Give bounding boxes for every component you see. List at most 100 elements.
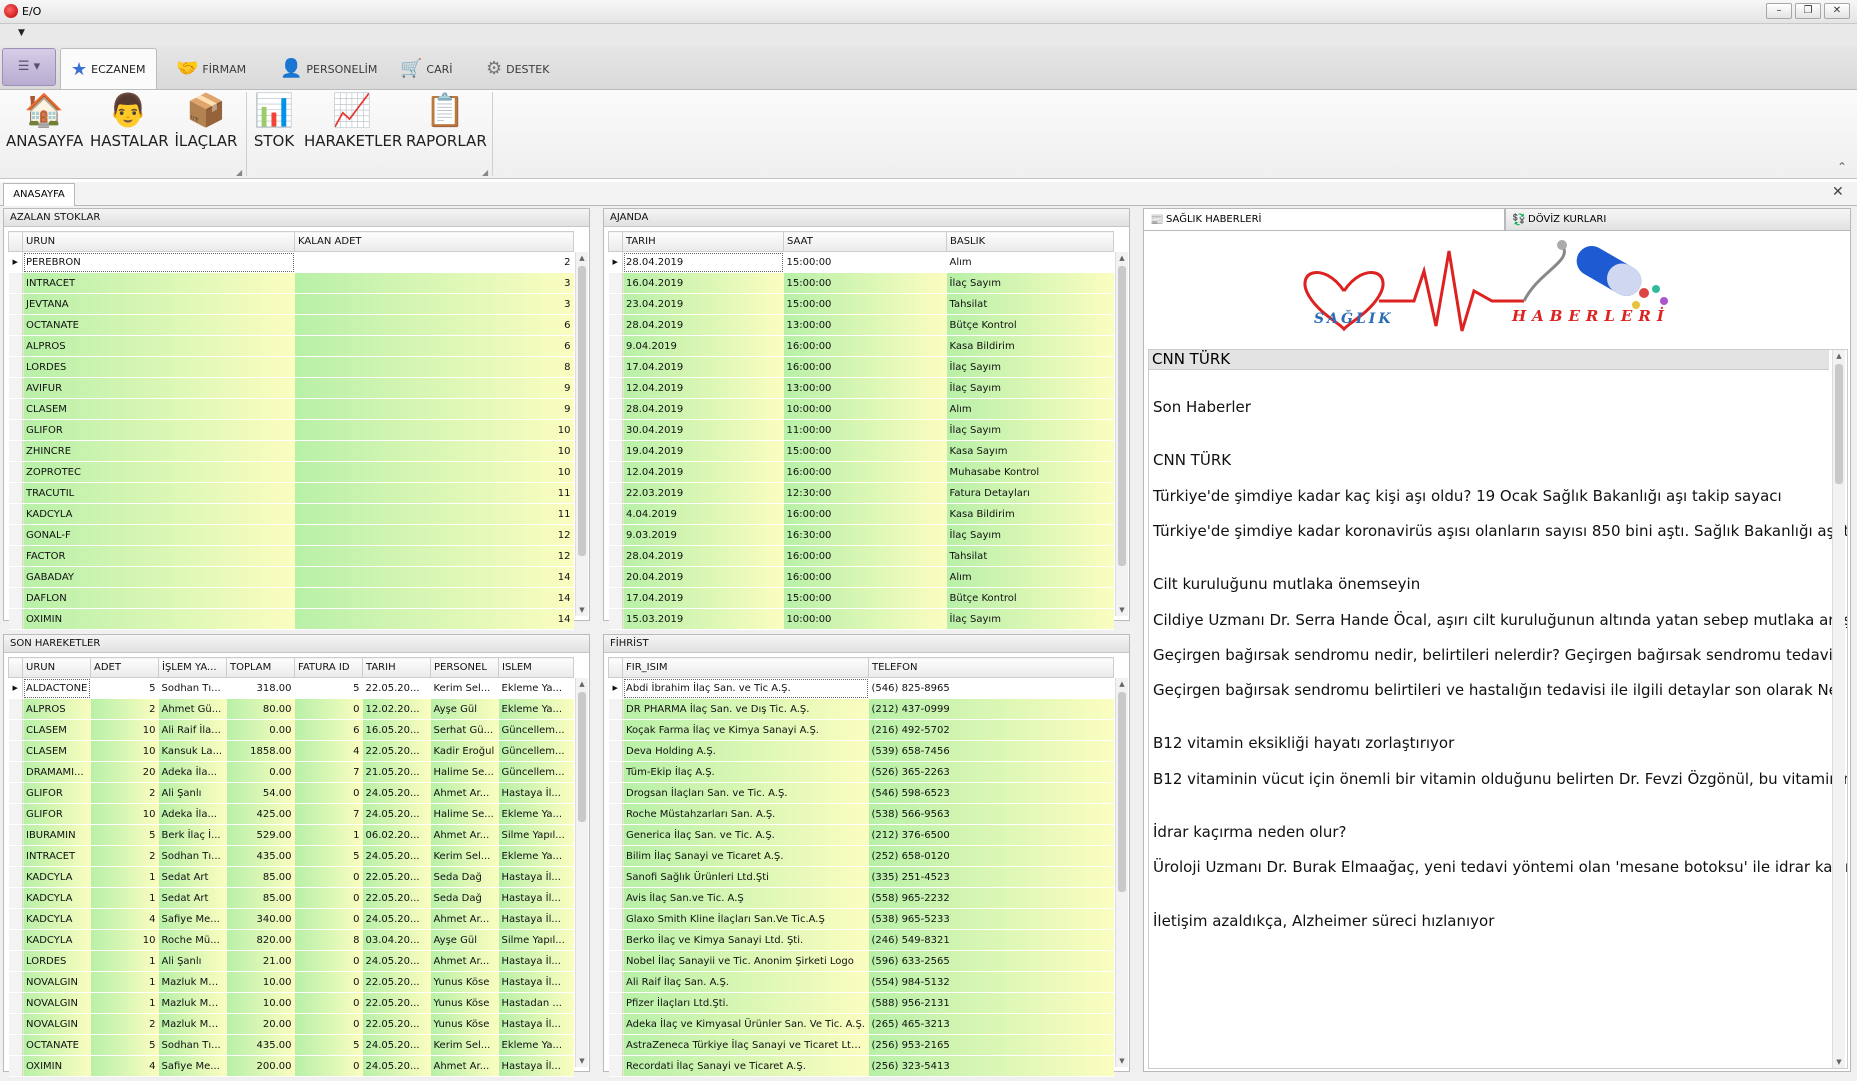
- table-cell[interactable]: (265) 465-3213: [868, 1013, 1114, 1035]
- table-cell[interactable]: Hastaya İl...: [498, 866, 574, 888]
- table-cell[interactable]: 21.05.20...: [362, 761, 431, 783]
- table-row[interactable]: DRAMAMI... 20 Adeka İla... 0.00 7 21.05.20...…: [8, 761, 574, 783]
- table-cell[interactable]: 16.05.20...: [362, 719, 431, 741]
- table-row[interactable]: OCTANATE 5 Sodhan Tı... 435.00 5 24.05.20... K…: [8, 1034, 574, 1056]
- table-row[interactable]: AVIFUR 9: [8, 377, 574, 399]
- table-row[interactable]: OXIMIN 14: [8, 608, 574, 630]
- table-cell[interactable]: 0: [294, 866, 363, 888]
- table-cell[interactable]: 10: [294, 461, 574, 483]
- scroll-down-icon[interactable]: ▼: [1116, 1055, 1128, 1067]
- table-cell[interactable]: 9.03.2019: [622, 524, 784, 546]
- table-cell[interactable]: 24.05.20...: [362, 950, 431, 972]
- table-row[interactable]: KADCYLA 4 Safiye Me... 340.00 0 24.05.20... Ah…: [8, 908, 574, 930]
- row-indicator[interactable]: [608, 419, 623, 441]
- table-cell[interactable]: 21.00: [226, 950, 295, 972]
- table-cell[interactable]: 13:00:00: [783, 314, 947, 336]
- table-row[interactable]: Glaxo Smith Kline İlaçları San.Ve Tic.A.…: [608, 908, 1114, 930]
- table-row[interactable]: NOVALGIN 2 Mazluk Meşe 20.00 0 22.05.20... Yun…: [8, 1013, 574, 1035]
- table-cell[interactable]: (538) 965-5233: [868, 908, 1114, 930]
- row-indicator[interactable]: [608, 866, 623, 888]
- table-cell[interactable]: 15:00:00: [783, 272, 947, 294]
- table-cell[interactable]: Alım: [946, 566, 1114, 588]
- table-cell[interactable]: Deva Holding A.Ş.: [622, 740, 869, 762]
- table-cell[interactable]: (526) 365-2263: [868, 761, 1114, 783]
- table-row[interactable]: KADCYLA 1 Sedat Art 85.00 0 22.05.20... Seda D…: [8, 866, 574, 888]
- news-heading[interactable]: CNN TÜRK: [1153, 451, 1231, 469]
- tab-cari[interactable]: 🛒 CARİ: [390, 48, 463, 90]
- table-cell[interactable]: ZHINCRE: [22, 440, 295, 462]
- table-cell[interactable]: 11: [294, 503, 574, 525]
- table-cell[interactable]: 11:00:00: [783, 419, 947, 441]
- table-cell[interactable]: ZOPROTEC: [22, 461, 295, 483]
- table-cell[interactable]: 0: [294, 782, 363, 804]
- table-row[interactable]: 12.04.2019 16:00:00 Muhasabe Kontrol: [608, 461, 1114, 483]
- table-cell[interactable]: 0.00: [226, 719, 295, 741]
- table-cell[interactable]: Yunus Köse: [430, 992, 499, 1014]
- table-cell[interactable]: 2: [90, 782, 159, 804]
- row-indicator[interactable]: [608, 887, 623, 909]
- table-row[interactable]: Drogsan İlaçları San. ve Tic. A.Ş. (546) …: [608, 782, 1114, 804]
- row-indicator[interactable]: [8, 566, 23, 588]
- tab-personelim[interactable]: 👤 PERSONELİM: [270, 48, 387, 90]
- table-cell[interactable]: 5: [294, 677, 363, 699]
- row-indicator[interactable]: [608, 440, 623, 462]
- row-indicator[interactable]: [8, 335, 23, 357]
- table-cell[interactable]: Silme Yapıl...: [498, 929, 574, 951]
- scroll-thumb[interactable]: [1118, 266, 1126, 566]
- table-cell[interactable]: PEREBRON: [22, 251, 295, 273]
- table-cell[interactable]: 1: [90, 971, 159, 993]
- table-cell[interactable]: 4: [294, 740, 363, 762]
- scroll-up-icon[interactable]: ▲: [576, 252, 588, 264]
- row-indicator[interactable]: [8, 887, 23, 909]
- table-cell[interactable]: KADCYLA: [22, 887, 91, 909]
- table-cell[interactable]: 12: [294, 524, 574, 546]
- table-cell[interactable]: 12.04.2019: [622, 377, 784, 399]
- table-cell[interactable]: Pfizer İlaçları Ltd.Şti.: [622, 992, 869, 1014]
- table-cell[interactable]: 820.00: [226, 929, 295, 951]
- row-indicator[interactable]: [8, 440, 23, 462]
- table-cell[interactable]: 28.04.2019: [622, 398, 784, 420]
- table-cell[interactable]: 10: [90, 740, 159, 762]
- table-row[interactable]: LORDES 1 Ali Şanlı 21.00 0 24.05.20... Ahmet A…: [8, 950, 574, 972]
- row-indicator[interactable]: [608, 971, 623, 993]
- table-cell[interactable]: Sodhan Tı...: [158, 677, 227, 699]
- table-cell[interactable]: İlaç Sayım: [946, 356, 1114, 378]
- table-cell[interactable]: 10:00:00: [783, 608, 947, 630]
- table-cell[interactable]: Alım: [946, 398, 1114, 420]
- table-row[interactable]: Avis İlaç San.ve Tic. A.Ş (558) 965-2232: [608, 887, 1114, 909]
- table-cell[interactable]: 24.05.20...: [362, 1034, 431, 1056]
- vertical-scrollbar[interactable]: ▲ ▼: [575, 252, 588, 616]
- table-cell[interactable]: Hastaya İl...: [498, 782, 574, 804]
- tab-destek[interactable]: ⚙ DESTEK: [476, 48, 559, 90]
- column-header[interactable]: URUN: [22, 231, 295, 252]
- table-cell[interactable]: 0: [294, 1055, 363, 1077]
- table-cell[interactable]: Hastaya İl...: [498, 1013, 574, 1035]
- table-cell[interactable]: 0: [294, 908, 363, 930]
- row-indicator[interactable]: [8, 314, 23, 336]
- table-cell[interactable]: 10:00:00: [783, 398, 947, 420]
- table-cell[interactable]: 15:00:00: [783, 293, 947, 315]
- table-cell[interactable]: 0.00: [226, 761, 295, 783]
- table-row[interactable]: NOVALGIN 1 Mazluk Meşe 10.00 0 22.05.20... Yun…: [8, 992, 574, 1014]
- table-cell[interactable]: Hastaya İl...: [498, 1055, 574, 1077]
- table-cell[interactable]: 85.00: [226, 866, 295, 888]
- table-cell[interactable]: Drogsan İlaçları San. ve Tic. A.Ş.: [622, 782, 869, 804]
- table-cell[interactable]: (252) 658-0120: [868, 845, 1114, 867]
- table-cell[interactable]: Ahmet Ar...: [430, 908, 499, 930]
- table-cell[interactable]: OCTANATE: [22, 1034, 91, 1056]
- table-cell[interactable]: 28.04.2019: [622, 545, 784, 567]
- ajanda-grid[interactable]: TARIH SAAT BASLIK ▶ 28.04.2019 15:00:00 Alım 1…: [608, 231, 1114, 630]
- table-cell[interactable]: Mazluk Meşe: [158, 971, 227, 993]
- table-row[interactable]: ALPROS 6: [8, 335, 574, 357]
- table-cell[interactable]: Alım: [946, 251, 1114, 273]
- table-row[interactable]: GLIFOR 10 Adeka İla... 425.00 7 24.05.20... Ha…: [8, 803, 574, 825]
- table-cell[interactable]: 15:00:00: [783, 251, 947, 273]
- news-item[interactable]: B12 vitaminin vücut için önemli bir vita…: [1153, 770, 1847, 788]
- row-indicator[interactable]: [8, 740, 23, 762]
- table-cell[interactable]: 3: [294, 272, 574, 294]
- table-cell[interactable]: 24.05.20...: [362, 845, 431, 867]
- table-cell[interactable]: Mazluk Meşe: [158, 1013, 227, 1035]
- table-cell[interactable]: Ekleme Ya...: [498, 677, 574, 699]
- row-indicator[interactable]: [608, 782, 623, 804]
- table-cell[interactable]: Kerim Sel...: [430, 1034, 499, 1056]
